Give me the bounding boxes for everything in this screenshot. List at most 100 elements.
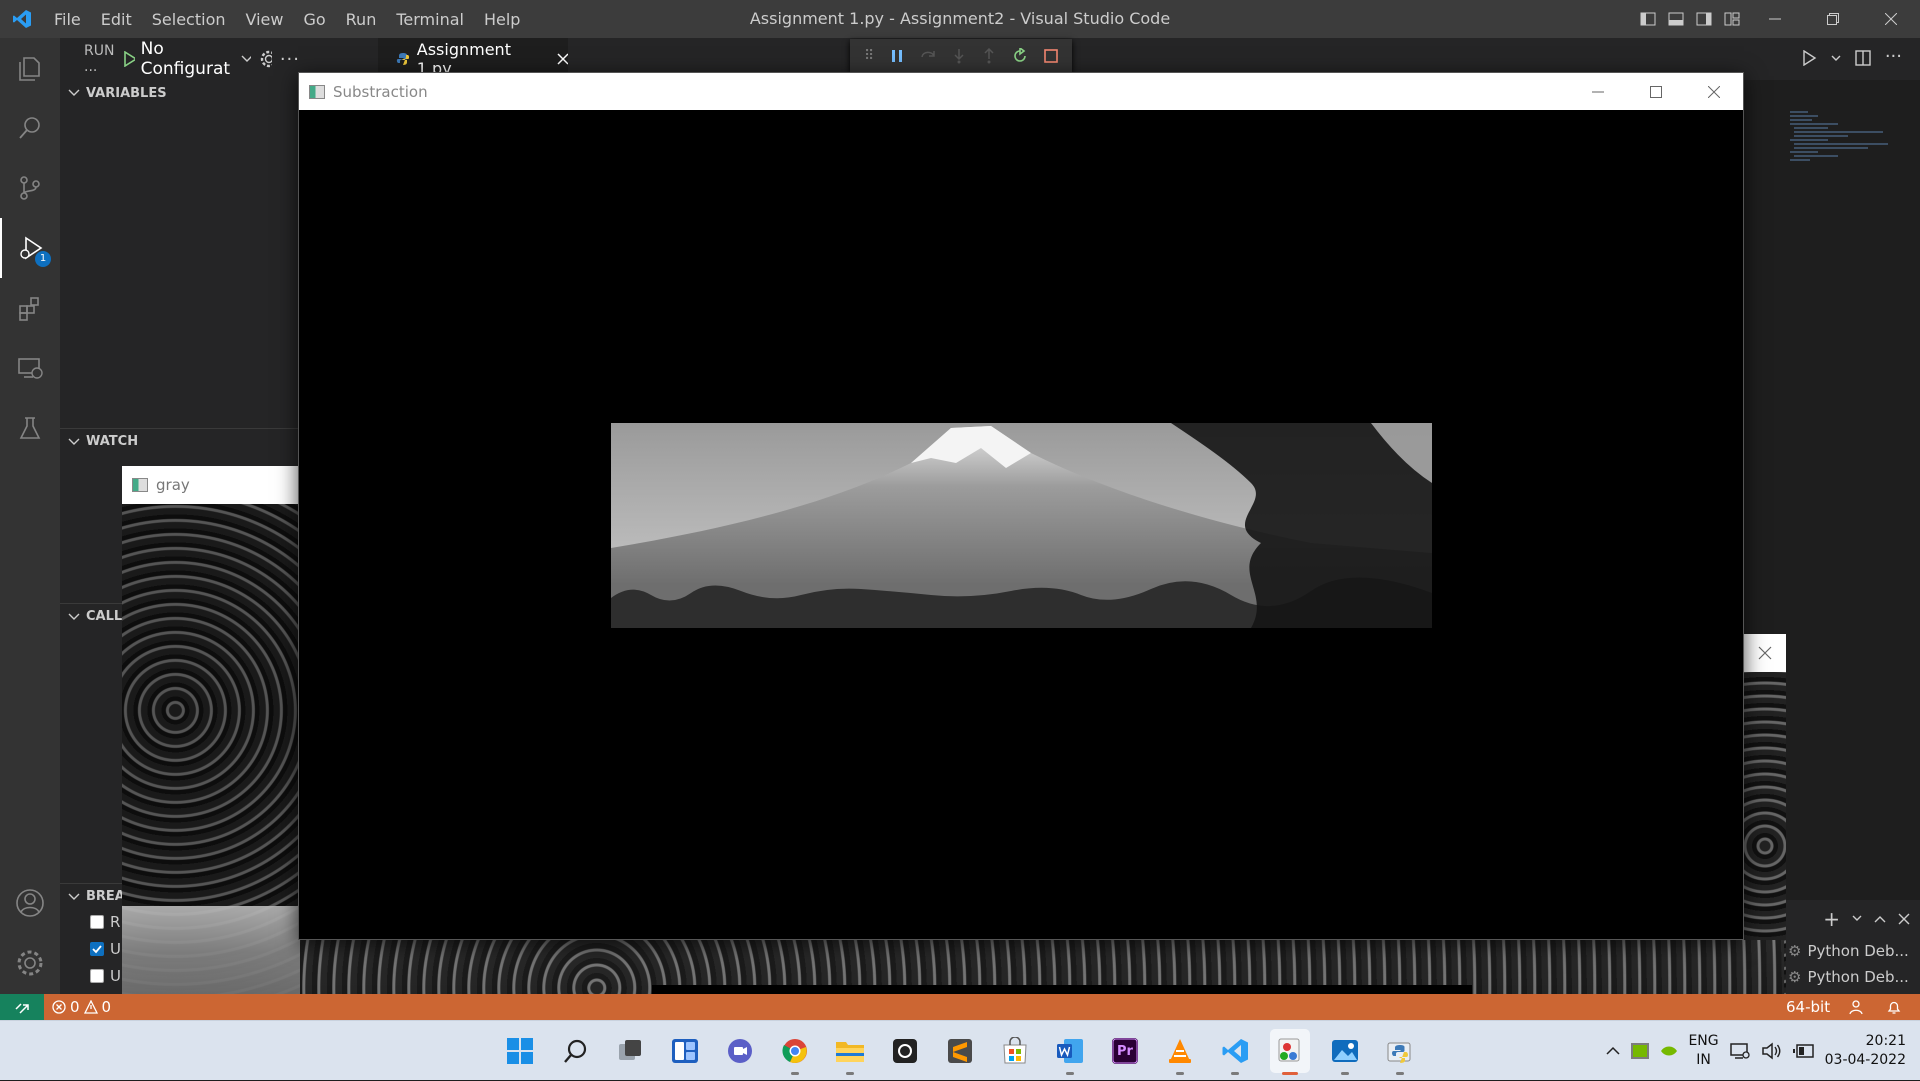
testing-icon[interactable] [0, 398, 60, 458]
close-icon[interactable] [1862, 0, 1920, 38]
chevron-up-icon[interactable] [1874, 915, 1886, 923]
vlc-icon[interactable] [1160, 1029, 1200, 1075]
problems-indicator[interactable]: 0 0 [52, 994, 111, 1020]
terminal-item[interactable]: ⚙ Python Deb... [1786, 938, 1920, 964]
remote-indicator-icon[interactable] [0, 994, 44, 1020]
more-actions-icon[interactable]: ··· [280, 49, 300, 70]
mountain-image [611, 423, 1432, 628]
restart-icon[interactable] [1012, 48, 1028, 64]
notifications-bell-icon[interactable] [1886, 994, 1902, 1020]
sublime-text-icon[interactable] [940, 1029, 980, 1073]
menu-terminal[interactable]: Terminal [386, 10, 474, 29]
stop-icon[interactable] [1044, 49, 1058, 63]
opencv-window-icon[interactable] [1270, 1029, 1310, 1075]
menu-go[interactable]: Go [293, 10, 335, 29]
python-taskbar-icon[interactable] [1380, 1029, 1420, 1075]
taskbar-search-icon[interactable] [555, 1029, 595, 1073]
chevron-down-icon[interactable] [1852, 915, 1862, 923]
image-window-icon [309, 84, 325, 99]
menu-selection[interactable]: Selection [142, 10, 236, 29]
close-icon[interactable] [1758, 646, 1772, 660]
drag-handle-icon[interactable]: ⠿ [864, 48, 874, 64]
customize-layout-icon[interactable] [1718, 0, 1746, 38]
checkbox[interactable] [90, 969, 104, 983]
vscode-taskbar-icon[interactable] [1215, 1029, 1255, 1075]
explorer-icon[interactable] [0, 38, 60, 98]
terminal-item[interactable]: ⚙ Python Deb... [1786, 964, 1920, 990]
language-indicator[interactable]: ENG IN [1688, 1032, 1718, 1070]
running-indicator [1066, 1072, 1074, 1075]
taskbar-apps: Pr [500, 1021, 1420, 1081]
config-dropdown[interactable]: No Configurat [123, 39, 251, 79]
step-over-icon[interactable] [920, 49, 936, 63]
gray-window[interactable]: gray [122, 466, 300, 1020]
more-actions-icon[interactable]: ··· [1885, 48, 1902, 66]
breakpoint-item[interactable]: U [90, 965, 121, 987]
close-icon[interactable] [1898, 913, 1910, 925]
show-hidden-icons-chevron-icon[interactable] [1606, 1046, 1620, 1056]
network-icon[interactable] [1729, 1041, 1751, 1061]
menu-file[interactable]: File [44, 10, 91, 29]
maximize-icon[interactable] [1627, 73, 1685, 110]
substraction-window[interactable]: Substraction [298, 72, 1744, 940]
manage-gear-icon[interactable] [0, 933, 60, 993]
start-button-icon[interactable] [500, 1029, 540, 1073]
nvidia-green-tray-icon[interactable] [1660, 1044, 1678, 1058]
hidden-window-caption [1744, 634, 1786, 672]
variables-header[interactable]: VARIABLES [60, 80, 300, 106]
menu-run[interactable]: Run [336, 10, 387, 29]
chevron-down-icon [241, 55, 251, 62]
photos-icon[interactable] [1325, 1029, 1365, 1075]
source-control-icon[interactable] [0, 158, 60, 218]
settings-gear-icon[interactable] [259, 49, 272, 69]
step-out-icon[interactable] [982, 48, 996, 64]
close-tab-icon[interactable] [557, 53, 568, 65]
watch-header[interactable]: WATCH [60, 428, 300, 454]
restore-icon[interactable] [1804, 0, 1862, 38]
remote-explorer-icon[interactable] [0, 338, 60, 398]
toggle-panel-icon[interactable] [1662, 0, 1690, 38]
minimize-icon[interactable] [1746, 0, 1804, 38]
substraction-caption[interactable]: Substraction [299, 73, 1743, 110]
widgets-icon[interactable] [665, 1029, 705, 1073]
toggle-sidebar-icon[interactable] [1634, 0, 1662, 38]
feedback-icon[interactable] [1848, 994, 1864, 1020]
search-icon[interactable] [0, 98, 60, 158]
breakpoint-item[interactable]: U [90, 938, 121, 960]
minimize-icon[interactable] [1569, 73, 1627, 110]
accounts-icon[interactable] [0, 873, 60, 933]
toggle-secondary-sidebar-icon[interactable] [1690, 0, 1718, 38]
new-terminal-icon[interactable]: + [1823, 907, 1840, 931]
step-into-icon[interactable] [952, 48, 966, 64]
clock[interactable]: 20:21 03-04-2022 [1825, 1032, 1906, 1070]
checkbox-checked[interactable] [90, 942, 104, 956]
obs-studio-icon[interactable] [885, 1029, 925, 1073]
running-indicator [1282, 1072, 1298, 1075]
menu-help[interactable]: Help [474, 10, 530, 29]
minimap[interactable] [1788, 110, 1898, 170]
python-interpreter[interactable]: 64-bit [1786, 994, 1830, 1020]
close-icon[interactable] [1685, 73, 1743, 110]
run-file-icon[interactable] [1801, 50, 1817, 66]
checkbox[interactable] [90, 915, 104, 929]
pause-icon[interactable] [890, 49, 904, 63]
word-icon[interactable] [1050, 1029, 1090, 1075]
chrome-icon[interactable] [775, 1029, 815, 1075]
battery-icon[interactable] [1792, 1041, 1815, 1061]
split-editor-icon[interactable] [1855, 50, 1871, 66]
run-debug-icon[interactable]: 1 [0, 218, 60, 278]
premiere-pro-icon[interactable]: Pr [1105, 1029, 1145, 1073]
file-explorer-icon[interactable] [830, 1029, 870, 1075]
running-indicator [1341, 1072, 1349, 1075]
task-view-icon[interactable] [610, 1029, 650, 1073]
chevron-down-icon[interactable] [1831, 50, 1841, 66]
menu-view[interactable]: View [236, 10, 294, 29]
microsoft-store-icon[interactable] [995, 1029, 1035, 1073]
volume-icon[interactable] [1761, 1041, 1783, 1061]
nvidia-tray-icon[interactable] [1630, 1042, 1650, 1060]
teams-chat-icon[interactable] [720, 1029, 760, 1073]
extensions-icon[interactable] [0, 278, 60, 338]
menu-edit[interactable]: Edit [91, 10, 142, 29]
gray-window-caption[interactable]: gray [122, 466, 300, 504]
breakpoint-item[interactable]: R [90, 911, 120, 933]
